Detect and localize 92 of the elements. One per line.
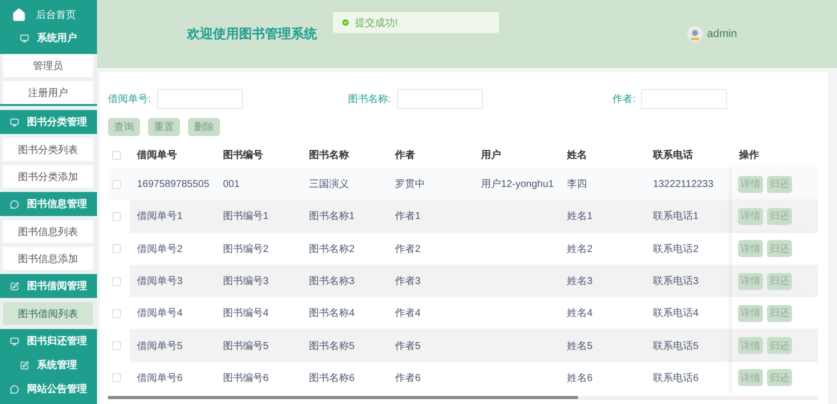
table-cell-text: 图书名称6: [308, 372, 356, 385]
check-icon: [341, 18, 350, 27]
table-cell-text: 作者4: [394, 306, 422, 320]
column-header: 操作: [738, 148, 760, 162]
select-all-checkbox[interactable]: [112, 150, 121, 160]
toolbar-button[interactable]: 查询: [108, 118, 140, 136]
filter-input[interactable]: [156, 89, 243, 109]
table-cell-text: 借阅单号2: [136, 242, 184, 256]
table-cell-text: 图书编号3: [222, 274, 270, 288]
table-cell-text: 图书名称3: [308, 274, 356, 288]
filter-label: 图书名称:: [348, 92, 391, 106]
table-cell-text: 图书名称5: [308, 340, 356, 353]
toolbar-button[interactable]: 重置: [148, 118, 180, 136]
menu-item[interactable]: 注册用户: [3, 81, 93, 104]
menu-group-header[interactable]: 图书分类管理: [0, 110, 97, 134]
table-cell-text: 联系电话4: [652, 306, 700, 320]
row-checkbox[interactable]: [112, 276, 121, 286]
table-cell-text: 借阅单号6: [136, 372, 184, 385]
table-cell-text: 联系电话6: [652, 372, 700, 385]
chat-bubble-icon: [10, 200, 19, 208]
table-cell-text: 姓名5: [566, 340, 594, 353]
filter-label: 作者:: [612, 92, 636, 106]
row-checkbox[interactable]: [112, 212, 121, 221]
avatar-icon: [687, 26, 703, 42]
column-header: 图书名称: [308, 148, 350, 162]
table-cell-text: 13222112233: [652, 178, 714, 190]
row-checkbox[interactable]: [112, 308, 121, 318]
table-cell-text: 001: [222, 178, 241, 190]
table-cell-text: 借阅单号1: [136, 210, 184, 224]
monitor-icon: [20, 34, 29, 42]
column-header: 图书编号: [222, 148, 264, 162]
toast-message: 提交成功!: [355, 16, 398, 30]
column-header: 借阅单号: [136, 148, 178, 162]
column-header: 姓名: [566, 148, 588, 162]
table-cell-text: 作者5: [394, 340, 422, 353]
scrollbar-thumb[interactable]: [108, 396, 578, 400]
table-cell-text: 三国演义: [308, 178, 350, 192]
monitor-icon: [10, 336, 19, 346]
edit-icon: [10, 282, 19, 290]
table-cell-text: 借阅单号5: [136, 340, 184, 353]
table-cell-text: 姓名4: [566, 307, 594, 320]
table-cell-text: 图书编号4: [222, 306, 270, 320]
filter-label: 借阅单号:: [108, 92, 151, 106]
edit-icon: [20, 360, 29, 370]
table-cell-text: 联系电话1: [652, 210, 700, 224]
table-cell-text: 联系电话2: [652, 242, 700, 256]
table-cell-text: 联系电话5: [652, 340, 700, 353]
filter-input[interactable]: [396, 89, 483, 109]
home-icon: [12, 8, 26, 22]
column-header: 作者: [394, 148, 416, 162]
filter-input[interactable]: [641, 89, 728, 109]
table-cell-text: 作者1: [394, 210, 422, 224]
table-cell-text: 图书编号5: [222, 340, 270, 353]
table-cell-text: 作者2: [394, 242, 422, 256]
menu-item[interactable]: 图书分类列表: [3, 138, 93, 161]
table-cell-text: 图书编号2: [222, 242, 270, 256]
table-cell-text: 姓名2: [566, 242, 594, 256]
menu-item[interactable]: 图书借阅列表: [3, 302, 93, 325]
table-cell-text: 罗贯中: [394, 178, 426, 192]
table-cell-text: 李四: [566, 178, 588, 192]
toolbar-button[interactable]: 删除: [188, 118, 220, 136]
table-cell-text: 图书编号1: [222, 210, 270, 224]
menu-item[interactable]: 管理员: [3, 54, 93, 77]
row-checkbox[interactable]: [112, 373, 121, 382]
menu-group-header[interactable]: 图书信息管理: [0, 192, 97, 216]
column-header: 联系电话: [652, 148, 694, 162]
row-checkbox[interactable]: [112, 180, 121, 189]
table-cell-text: 图书名称1: [308, 210, 356, 224]
table-cell-text: 借阅单号4: [136, 306, 184, 320]
table-cell-text: 姓名1: [566, 210, 594, 224]
menu-group-header[interactable]: 图书借阅管理: [0, 274, 97, 298]
column-header: 用户: [480, 148, 502, 162]
table-cell-text: 姓名6: [566, 372, 594, 385]
table-cell-text: 作者3: [394, 274, 422, 288]
table-cell-text: 作者6: [394, 372, 422, 385]
monitor-icon: [10, 118, 19, 126]
menu-item[interactable]: 图书信息列表: [3, 220, 93, 243]
table-cell-text: 联系电话3: [652, 274, 700, 288]
row-checkbox[interactable]: [112, 341, 121, 350]
table-cell-text: 图书名称4: [308, 306, 356, 320]
table-cell-text: 用户12-yonghu1: [480, 178, 555, 192]
table-cell-text: 姓名3: [566, 275, 594, 288]
page-title: 欢迎使用图书管理系统: [187, 25, 317, 43]
table-cell-text: 1697589785505: [136, 178, 210, 190]
user-name[interactable]: admin: [707, 28, 737, 40]
table-cell-text: 图书编号6: [222, 372, 270, 385]
chat-bubble-icon: [10, 384, 19, 394]
table-cell-text: 借阅单号3: [136, 274, 184, 288]
table-cell-text: 图书名称2: [308, 242, 356, 256]
row-checkbox[interactable]: [112, 244, 121, 254]
menu-item[interactable]: 图书分类添加: [3, 165, 93, 188]
menu-item[interactable]: 图书信息添加: [3, 247, 93, 270]
